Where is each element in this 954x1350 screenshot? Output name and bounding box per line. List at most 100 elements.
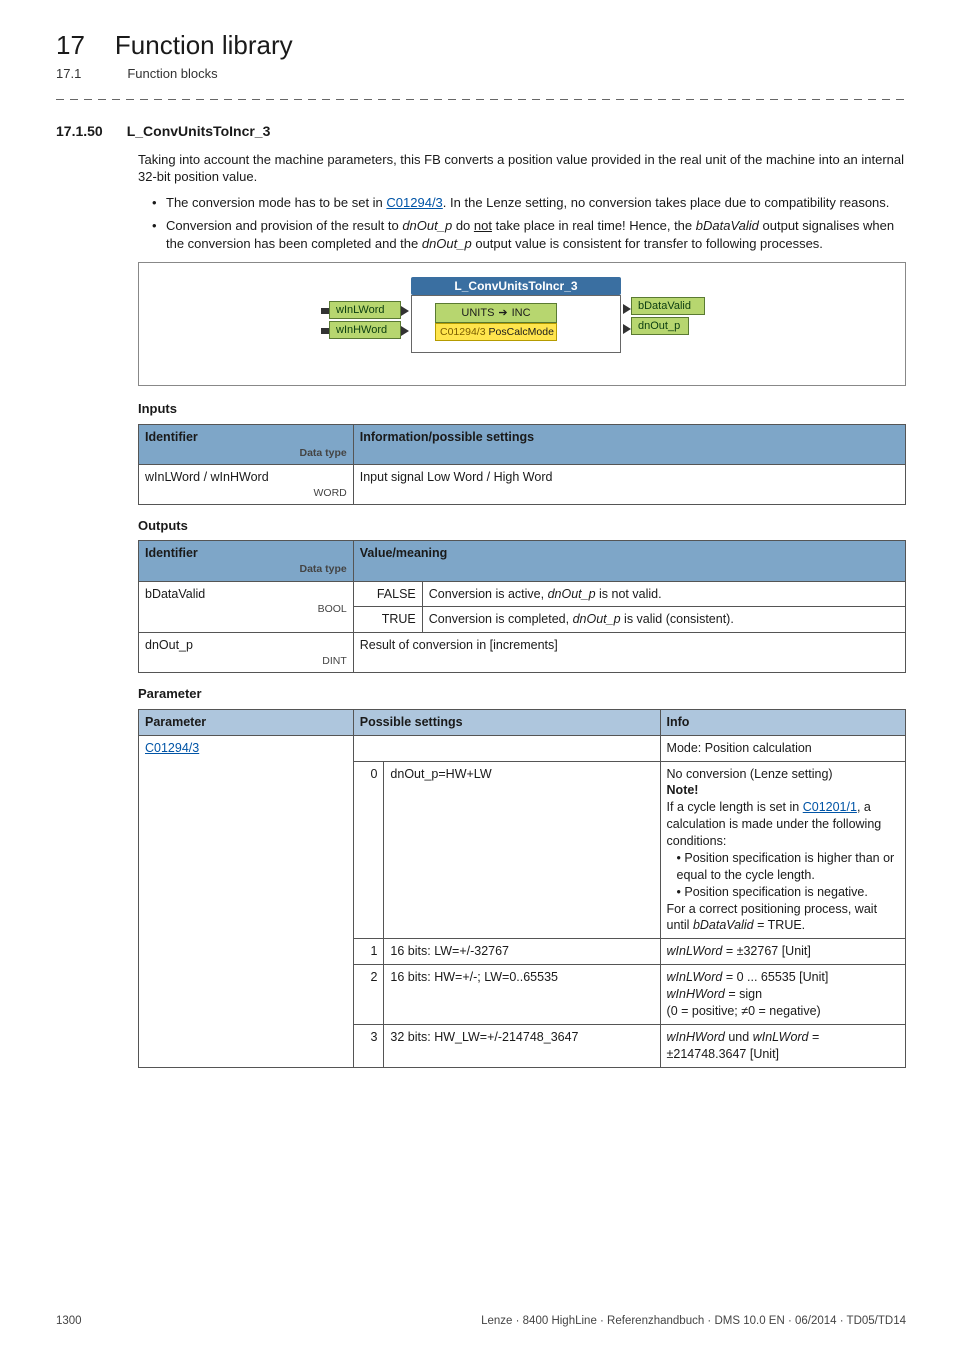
th-datatype: Data type [145, 446, 347, 460]
param-r2-ia: wInLWord [667, 970, 723, 984]
outputs-r2-id: dnOut_p [145, 638, 193, 652]
param-mode: Mode: Position calculation [660, 735, 905, 761]
diagram-calc-link[interactable]: C01294/3 [440, 325, 486, 339]
param-r0-s: dnOut_p=HW+LW [384, 761, 660, 939]
outputs-r1-v2k: TRUE [353, 607, 422, 633]
subsection-title: Function blocks [127, 65, 217, 83]
table-row: C01294/3 Mode: Position calculation [139, 735, 906, 761]
param-r2-id: = sign [728, 987, 762, 1001]
param-r1-s: 16 bits: LW=+/-32767 [384, 939, 660, 965]
param-r0-ib: If a cycle length is set in [667, 800, 803, 814]
outputs-r1-dt: BOOL [145, 602, 347, 616]
th-pinfo: Info [660, 709, 905, 735]
param-r2-s: 16 bits: HW=+/-; LW=0..65535 [384, 965, 660, 1025]
stub-in-2 [321, 328, 329, 334]
outputs-r1-v1a: Conversion is active, [429, 587, 548, 601]
diagram: L_ConvUnitsToIncr_3 wInLWord wInHWord UN… [307, 277, 737, 371]
bullet-2-e: output value is consistent for transfer … [475, 236, 823, 251]
param-r3-ib: und [728, 1030, 752, 1044]
bullet-2-not: not [474, 218, 492, 233]
bullet-1-a: The conversion mode has to be set in [166, 195, 386, 210]
param-r3-n: 3 [353, 1024, 384, 1067]
param-r0-ih: = TRUE. [757, 918, 805, 932]
footer-right: Lenze · 8400 HighLine · Referenzhandbuch… [481, 1314, 906, 1330]
chapter-title: Function library [115, 28, 293, 63]
diagram-title: L_ConvUnitsToIncr_3 [411, 277, 621, 295]
outputs-r1-v2a: Conversion is completed, [429, 612, 573, 626]
arrow-right-icon [623, 304, 631, 314]
diagram-input-1: wInLWord [329, 301, 401, 319]
param-r3-s: 32 bits: HW_LW=+/-214748_3647 [384, 1024, 660, 1067]
diagram-output-2: dnOut_p [631, 317, 689, 335]
param-r1-ia: wInLWord [667, 944, 723, 958]
param-r0-ie: • Position specification is negative. [667, 884, 899, 901]
inputs-r1-info: Input signal Low Word / High Word [353, 464, 905, 504]
param-r1-ib: = ±32767 [Unit] [726, 944, 811, 958]
table-row: wInLWord / wInHWord WORD Input signal Lo… [139, 464, 906, 504]
inputs-r1-dt: WORD [145, 486, 347, 500]
diagram-units-rhs: INC [512, 306, 531, 321]
th-datatype: Data type [145, 562, 347, 576]
bullet-1-b: . In the Lenze setting, no conversion ta… [443, 195, 890, 210]
arrow-right-icon [401, 306, 409, 316]
arrow-right-icon: ➔ [498, 306, 507, 321]
outputs-table: Identifier Data type Value/meaning bData… [138, 540, 906, 673]
section-number: 17.1.50 [56, 122, 103, 141]
param-r0-ia: No conversion (Lenze setting) [667, 766, 899, 783]
outputs-r1-v1c: is not valid. [599, 587, 662, 601]
diagram-calc-text: PosCalcMode [489, 325, 554, 339]
diagram-units-box: UNITS ➔ INC [435, 303, 557, 323]
th-param: Parameter [139, 709, 354, 735]
bullet-2-b: do [456, 218, 474, 233]
bullet-2-a: Conversion and provision of the result t… [166, 218, 402, 233]
parameter-heading: Parameter [138, 685, 906, 703]
outputs-heading: Outputs [138, 517, 906, 535]
param-r2-ib: = 0 ... 65535 [Unit] [726, 970, 829, 984]
link-c01294-3[interactable]: C01294/3 [386, 195, 442, 210]
inputs-r1-id: wInLWord / wInHWord [145, 470, 269, 484]
param-r3-ia: wInHWord [667, 1030, 725, 1044]
outputs-r2-v: Result of conversion in [increments] [353, 633, 905, 673]
bullet-2-c: take place in real time! Hence, the [496, 218, 696, 233]
th-value: Value/meaning [353, 541, 905, 581]
bullet-1: The conversion mode has to be set in C01… [152, 194, 906, 212]
link-c01294-3-param[interactable]: C01294/3 [145, 741, 199, 755]
outputs-r1-v1k: FALSE [353, 581, 422, 607]
parameter-table: Parameter Possible settings Info C01294/… [138, 709, 906, 1068]
diagram-units-lhs: UNITS [461, 306, 494, 321]
stub-in-1 [321, 308, 329, 314]
param-r2-n: 2 [353, 965, 384, 1025]
table-row: bDataValid BOOL FALSE Conversion is acti… [139, 581, 906, 607]
param-r2-ic: wInHWord [667, 987, 725, 1001]
outputs-r2-dt: DINT [145, 654, 347, 668]
arrow-right-icon [623, 324, 631, 334]
footer-page: 1300 [56, 1314, 82, 1330]
th-identifier: Identifier [145, 546, 198, 560]
diagram-output-1: bDataValid [631, 297, 705, 315]
param-r0-note: Note! [667, 783, 699, 797]
diagram-calc-box: C01294/3 PosCalcMode [435, 323, 557, 341]
th-psettings: Possible settings [353, 709, 660, 735]
param-r0-ig: bDataValid [693, 918, 754, 932]
divider-rule [56, 99, 906, 100]
bullet-2-i2: bDataValid [696, 218, 759, 233]
subsection-number: 17.1 [56, 65, 81, 83]
bullet-2: Conversion and provision of the result t… [152, 217, 906, 252]
table-row: dnOut_p DINT Result of conversion in [in… [139, 633, 906, 673]
outputs-r1-v2c: is valid (consistent). [624, 612, 734, 626]
section-title: L_ConvUnitsToIncr_3 [127, 122, 271, 141]
outputs-r1-v2b: dnOut_p [573, 612, 621, 626]
th-identifier: Identifier [145, 430, 198, 444]
diagram-frame: L_ConvUnitsToIncr_3 wInLWord wInHWord UN… [138, 262, 906, 386]
bullet-2-i3: dnOut_p [422, 236, 472, 251]
outputs-r1-id: bDataValid [145, 587, 205, 601]
intro-paragraph: Taking into account the machine paramete… [138, 151, 906, 186]
param-r0-id: • Position specification is higher than … [667, 850, 899, 884]
inputs-heading: Inputs [138, 400, 906, 418]
link-c01201-1[interactable]: C01201/1 [803, 800, 857, 814]
bullet-2-i1: dnOut_p [402, 218, 452, 233]
diagram-input-2: wInHWord [329, 321, 401, 339]
param-r3-ic: wInLWord [753, 1030, 809, 1044]
th-info-in: Information/possible settings [353, 424, 905, 464]
param-r0-n: 0 [353, 761, 384, 939]
